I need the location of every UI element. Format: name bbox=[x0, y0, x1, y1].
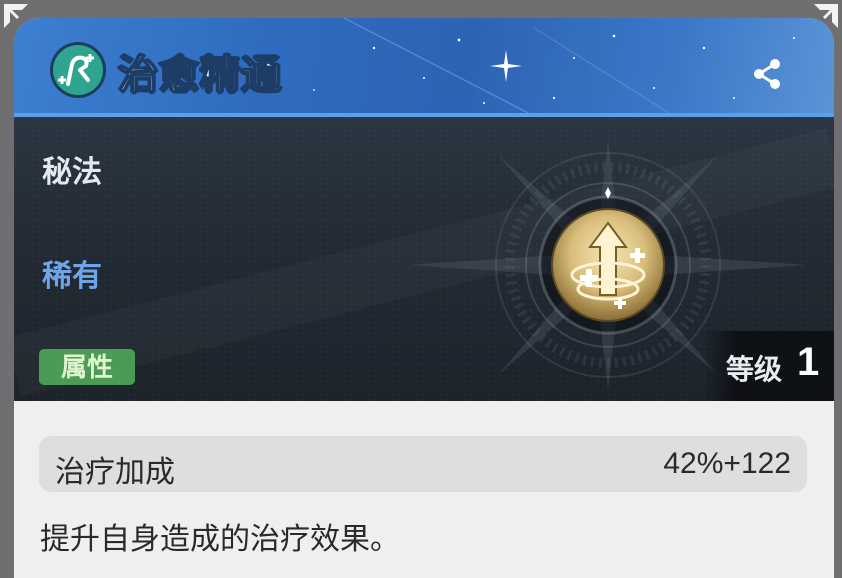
skill-card: 治愈精通 秘法 稀有 属性 等级 1 治疗加成 42%+122 提升自身造成的治… bbox=[14, 18, 834, 578]
skill-title: 治愈精通 bbox=[117, 52, 282, 98]
corner-bracket-top-left bbox=[4, 4, 28, 28]
skill-info-panel: 秘法 稀有 属性 等级 1 bbox=[14, 117, 834, 401]
card-header: 治愈精通 bbox=[14, 18, 834, 117]
level-label: 等级 bbox=[726, 354, 783, 385]
share-icon[interactable] bbox=[749, 56, 785, 92]
skill-rarity: 稀有 bbox=[42, 260, 102, 293]
attribute-badge: 属性 bbox=[39, 349, 135, 385]
healing-skill-icon bbox=[50, 42, 106, 98]
skill-type: 秘法 bbox=[42, 156, 102, 189]
stat-row: 治疗加成 42%+122 bbox=[39, 436, 807, 492]
level-value: 1 bbox=[797, 340, 820, 384]
stat-name: 治疗加成 bbox=[55, 456, 175, 489]
corner-bracket-top-right bbox=[814, 4, 838, 28]
stat-value: 42%+122 bbox=[663, 447, 791, 480]
skill-description: 提升自身造成的治疗效果。 bbox=[40, 523, 400, 556]
